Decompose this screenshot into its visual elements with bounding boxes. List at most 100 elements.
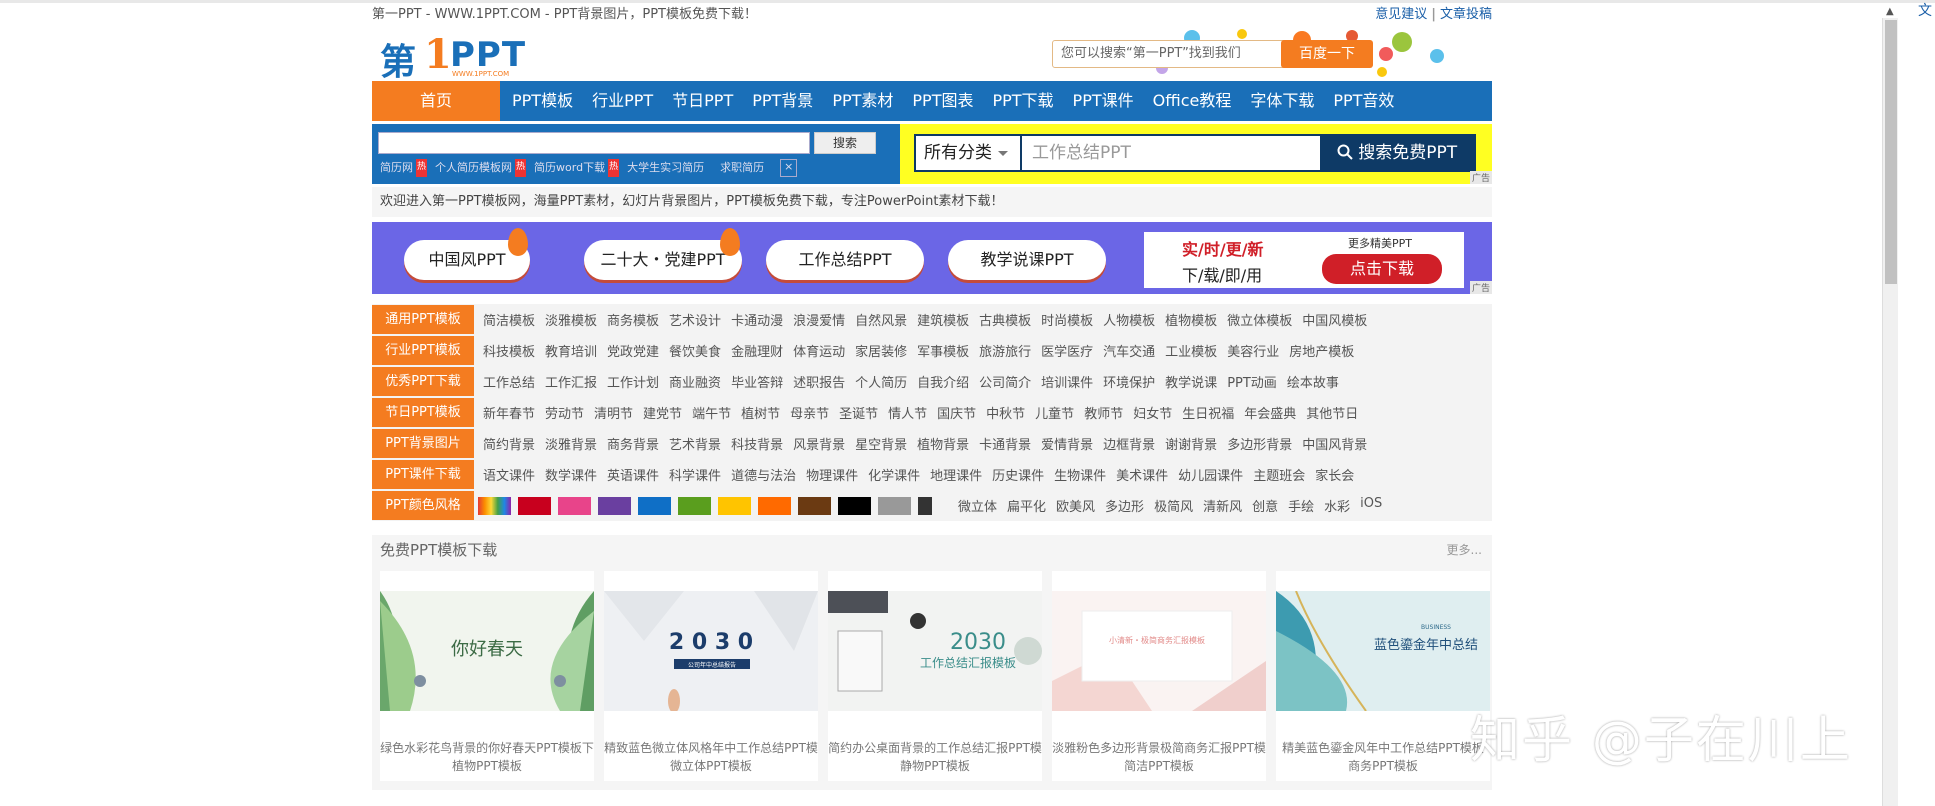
- color-swatch[interactable]: [718, 496, 751, 515]
- translate-icon[interactable]: 文: [1918, 0, 1932, 20]
- category-link[interactable]: 母亲节: [790, 403, 829, 422]
- category-label[interactable]: 通用PPT模板: [372, 305, 474, 334]
- category-link[interactable]: 儿童节: [1035, 403, 1074, 422]
- hot-search-link[interactable]: 大学生实习简历: [627, 159, 704, 177]
- category-link[interactable]: 植树节: [741, 403, 780, 422]
- category-link[interactable]: 卡通背景: [979, 434, 1031, 453]
- category-link[interactable]: 商务模板: [607, 310, 659, 329]
- category-link[interactable]: 多边形背景: [1227, 434, 1292, 453]
- pill-chinese-style[interactable]: 中国风PPT: [404, 228, 530, 280]
- category-link[interactable]: 时尚模板: [1041, 310, 1093, 329]
- color-swatch[interactable]: [878, 496, 911, 515]
- category-link[interactable]: 教学说课: [1165, 372, 1217, 391]
- color-swatch[interactable]: [518, 496, 551, 515]
- nav-item[interactable]: 节日PPT: [672, 81, 733, 121]
- category-link[interactable]: 幼儿园课件: [1178, 465, 1243, 484]
- category-link[interactable]: 微立体模板: [1227, 310, 1292, 329]
- category-link[interactable]: 培训课件: [1041, 372, 1093, 391]
- nav-item[interactable]: PPT背景: [752, 81, 813, 121]
- category-link[interactable]: 家居装修: [855, 341, 907, 360]
- hot-search-link[interactable]: 求职简历: [720, 159, 764, 177]
- category-link[interactable]: 毕业答辩: [731, 372, 783, 391]
- category-label[interactable]: 行业PPT模板: [372, 336, 474, 365]
- color-swatch[interactable]: [678, 496, 711, 515]
- category-link[interactable]: 生日祝福: [1182, 403, 1234, 422]
- category-link[interactable]: 星空背景: [855, 434, 907, 453]
- color-swatch[interactable]: [598, 496, 631, 515]
- category-link[interactable]: 自然风景: [855, 310, 907, 329]
- submit-article-link[interactable]: 文章投稿: [1440, 7, 1492, 22]
- baidu-search-box[interactable]: 您可以搜索“第一PPT”找到我们 百度一下: [1052, 40, 1393, 68]
- category-link[interactable]: 科技背景: [731, 434, 783, 453]
- category-link[interactable]: 建筑模板: [917, 310, 969, 329]
- category-link[interactable]: 个人简历: [855, 372, 907, 391]
- category-link[interactable]: 数学课件: [545, 465, 597, 484]
- category-link[interactable]: 房地产模板: [1289, 341, 1354, 360]
- category-link[interactable]: 植物背景: [917, 434, 969, 453]
- category-link[interactable]: 年会盛典: [1244, 403, 1296, 422]
- category-link[interactable]: 科技模板: [483, 341, 535, 360]
- category-link[interactable]: 物理课件: [806, 465, 858, 484]
- color-swatch[interactable]: [638, 496, 671, 515]
- style-link[interactable]: 手绘: [1288, 496, 1314, 515]
- category-link[interactable]: 中国风背景: [1302, 434, 1367, 453]
- category-link[interactable]: 绘本故事: [1287, 372, 1339, 391]
- category-select[interactable]: 所有分类: [916, 136, 1022, 170]
- nav-item[interactable]: PPT素材: [832, 81, 893, 121]
- category-label[interactable]: 节日PPT模板: [372, 398, 474, 427]
- category-link[interactable]: 卡通动漫: [731, 310, 783, 329]
- category-link[interactable]: 主题班会: [1253, 465, 1305, 484]
- nav-item[interactable]: PPT模板: [512, 81, 573, 121]
- style-link[interactable]: 微立体: [958, 496, 997, 515]
- main-search-input[interactable]: 工作总结PPT: [1032, 136, 1131, 170]
- nav-item[interactable]: Office教程: [1153, 81, 1232, 121]
- category-label[interactable]: PPT背景图片: [372, 429, 474, 458]
- category-link[interactable]: 中国风模板: [1302, 310, 1367, 329]
- category-link[interactable]: 述职报告: [793, 372, 845, 391]
- category-link[interactable]: 生物课件: [1054, 465, 1106, 484]
- nav-item[interactable]: PPT课件: [1073, 81, 1134, 121]
- category-link[interactable]: 自我介绍: [917, 372, 969, 391]
- category-link[interactable]: 风景背景: [793, 434, 845, 453]
- category-label[interactable]: 优秀PPT下载: [372, 367, 474, 396]
- category-link[interactable]: 妇女节: [1133, 403, 1172, 422]
- nav-item[interactable]: PPT下载: [992, 81, 1053, 121]
- template-card[interactable]: BUSINESS 蓝色鎏金年中总结 精美蓝色鎏金风年中工作总结PPT模板 商务PP…: [1276, 571, 1490, 781]
- scroll-up-icon[interactable]: ▲: [1886, 6, 1894, 17]
- category-label[interactable]: PPT课件下载: [372, 460, 474, 489]
- scrollbar-thumb[interactable]: [1885, 20, 1897, 284]
- category-link[interactable]: 建党节: [643, 403, 682, 422]
- category-link[interactable]: 情人节: [888, 403, 927, 422]
- color-swatch[interactable]: [758, 496, 791, 515]
- category-link[interactable]: 家长会: [1315, 465, 1354, 484]
- category-link[interactable]: 新年春节: [483, 403, 535, 422]
- category-link[interactable]: 艺术设计: [669, 310, 721, 329]
- rainbow-swatch[interactable]: [478, 496, 511, 515]
- style-link[interactable]: 欧美风: [1056, 496, 1095, 515]
- category-link[interactable]: 工作计划: [607, 372, 659, 391]
- category-link[interactable]: 教师节: [1084, 403, 1123, 422]
- template-card[interactable]: 小清新・极简商务汇报模板 淡雅粉色多边形背景极简商务汇报PPT模 简洁PPT模板: [1052, 571, 1266, 781]
- template-card[interactable]: 2 0 3 0 公司年中总结报告 精致蓝色微立体风格年中工作总结PPT模 微立体P…: [604, 571, 818, 781]
- category-link[interactable]: 浪漫爱情: [793, 310, 845, 329]
- hot-search-link[interactable]: 简历网: [380, 159, 413, 177]
- nav-item[interactable]: PPT音效: [1333, 81, 1394, 121]
- style-link[interactable]: 水彩: [1324, 496, 1350, 515]
- style-link[interactable]: 清新风: [1203, 496, 1242, 515]
- category-link[interactable]: 商务背景: [607, 434, 659, 453]
- category-label[interactable]: PPT颜色风格: [372, 491, 474, 520]
- category-link[interactable]: 语文课件: [483, 465, 535, 484]
- site-search-input[interactable]: [378, 132, 810, 154]
- category-link[interactable]: 军事模板: [917, 341, 969, 360]
- category-link[interactable]: 金融理财: [731, 341, 783, 360]
- category-link[interactable]: 清明节: [594, 403, 633, 422]
- category-link[interactable]: 其他节日: [1306, 403, 1358, 422]
- category-link[interactable]: 汽车交通: [1103, 341, 1155, 360]
- category-link[interactable]: 劳动节: [545, 403, 584, 422]
- category-link[interactable]: 简约背景: [483, 434, 535, 453]
- category-link[interactable]: 圣诞节: [839, 403, 878, 422]
- category-link[interactable]: 环境保护: [1103, 372, 1155, 391]
- category-link[interactable]: 科学课件: [669, 465, 721, 484]
- color-swatch[interactable]: [558, 496, 591, 515]
- category-link[interactable]: 谢谢背景: [1165, 434, 1217, 453]
